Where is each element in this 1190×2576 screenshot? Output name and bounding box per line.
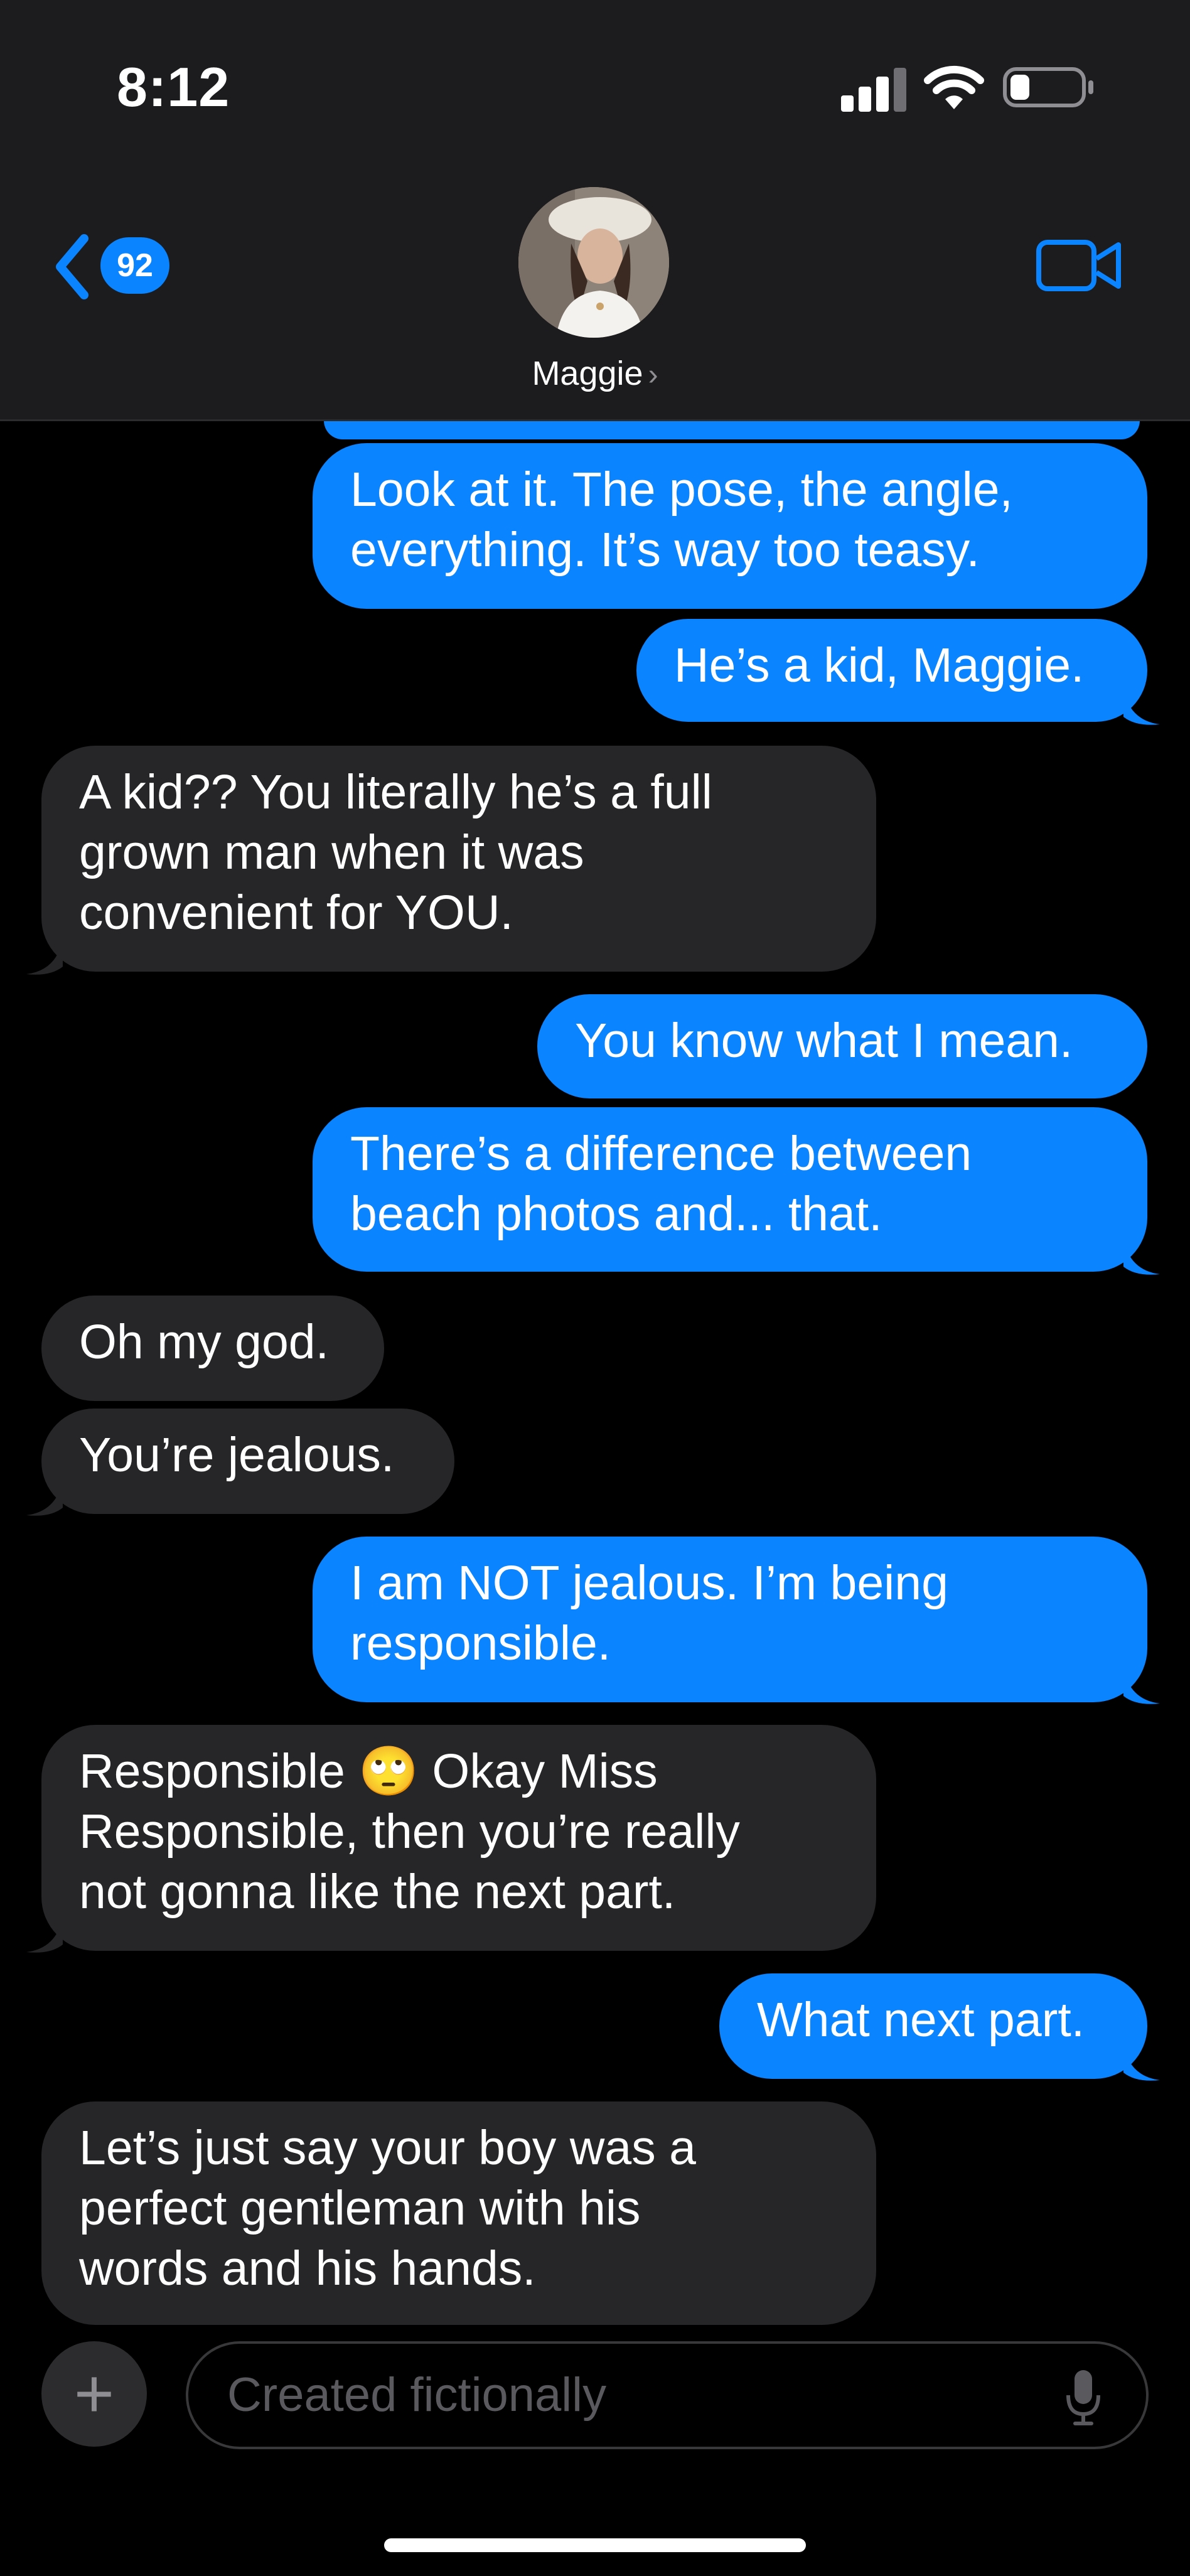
home-indicator[interactable] [384, 2538, 806, 2552]
back-chevron-icon [56, 234, 88, 299]
message-bubble-sent[interactable]: Look at it. The pose, the angle, everyth… [313, 443, 1147, 609]
back-button[interactable]: 92 [44, 226, 182, 308]
bubble-tail [26, 939, 63, 975]
contact-name: Maggie [532, 355, 643, 392]
unread-count-badge: 92 [100, 237, 169, 294]
message-input-placeholder: Created fictionally [227, 2368, 607, 2422]
message-bubble-received[interactable]: Let’s just say your boy was a perfect ge… [41, 2101, 876, 2325]
video-call-icon[interactable] [1036, 237, 1123, 294]
message-bubble-sent[interactable]: I am NOT jealous. I’m being responsible. [313, 1537, 1147, 1702]
conversation-header: 8:12 92 Maggie › [0, 0, 1190, 421]
battery-icon [1003, 67, 1093, 107]
bubble-tail [26, 1480, 63, 1516]
contact-name-button[interactable]: Maggie › [0, 354, 1190, 393]
avatar-image [518, 187, 669, 338]
message-bubble-received[interactable]: A kid?? You literally he’s a full grown … [41, 746, 876, 972]
message-bubble-sent[interactable]: He’s a kid, Maggie. [636, 619, 1147, 722]
contact-avatar[interactable] [518, 187, 669, 338]
bubble-tail [26, 1917, 63, 1953]
plus-button[interactable]: + [41, 2341, 147, 2447]
message-bubble-received[interactable]: Oh my god. [41, 1296, 384, 1401]
status-time: 8:12 [117, 56, 230, 118]
message-bubble-received[interactable]: You’re jealous. [41, 1409, 454, 1514]
message-bubble-received[interactable]: Responsible 🙄 Okay Miss Responsible, the… [41, 1725, 876, 1951]
bubble-tail [1123, 689, 1160, 725]
bubble-tail [1123, 2045, 1160, 2081]
message-input[interactable]: Created fictionally [186, 2341, 1149, 2449]
bubble-tail [1123, 1239, 1160, 1275]
wifi-icon [924, 65, 984, 109]
chevron-right-icon: › [648, 358, 658, 392]
bubble-tail [1123, 1668, 1160, 1704]
message-bubble-sent[interactable]: What next part. [719, 1973, 1147, 2079]
microphone-icon[interactable] [1064, 2368, 1102, 2428]
message-bubble-sent[interactable]: You know what I mean. [537, 994, 1147, 1098]
plus-icon: + [73, 2355, 115, 2432]
signal-icon [841, 68, 908, 112]
message-bubble-sent[interactable]: There’s a difference between beach photo… [313, 1107, 1147, 1272]
